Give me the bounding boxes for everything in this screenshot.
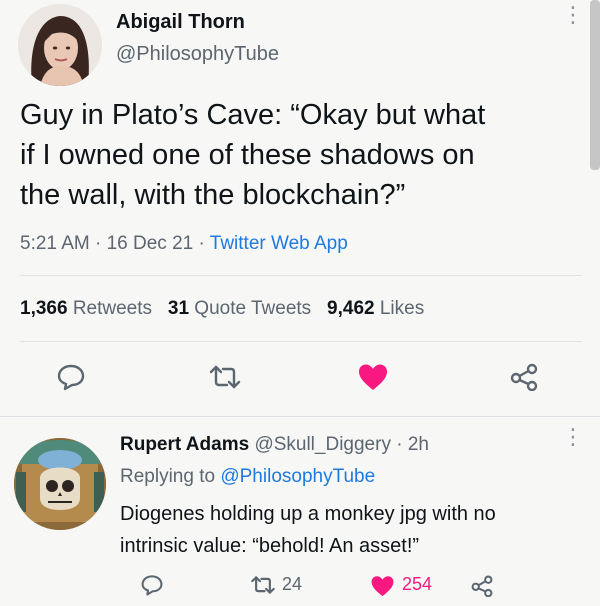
quote-tweets-stat[interactable]: 31 Quote Tweets xyxy=(168,298,311,319)
replying-to: Replying to @PhilosophyTube xyxy=(120,466,375,488)
reply-like-icon[interactable] xyxy=(370,575,395,597)
reply-text-line: intrinsic value: “behold! An asset!” xyxy=(120,535,420,557)
tweet-text: Guy in Plato’s Cave: “Okay but what if I… xyxy=(20,95,485,215)
tweet-stats: 1,366 Retweets 31 Quote Tweets 9,462 Lik… xyxy=(20,298,424,320)
tweet-time[interactable]: 5:21 AM xyxy=(20,233,90,254)
author-name[interactable]: Abigail Thorn xyxy=(116,11,245,34)
divider xyxy=(20,275,582,276)
replying-to-label: Replying to xyxy=(120,466,216,487)
reply-text-line: Diogenes holding up a monkey jpg with no xyxy=(120,503,496,525)
reply-author-handle[interactable]: @Skull_Diggery xyxy=(254,434,391,455)
reply-like-count: 254 xyxy=(402,574,433,594)
reply-icon[interactable] xyxy=(56,363,86,391)
replying-to-handle[interactable]: @PhilosophyTube xyxy=(220,466,375,487)
reply-retweet-count: 24 xyxy=(282,574,303,594)
scrollbar[interactable] xyxy=(590,0,600,170)
retweets-stat[interactable]: 1,366 Retweets xyxy=(20,298,152,319)
reply-avatar-image xyxy=(14,438,106,530)
reply-header: Rupert Adams @Skull_Diggery · 2h xyxy=(120,434,429,456)
tweet-text-line: if I owned one of these shadows on xyxy=(20,139,475,171)
likes-stat[interactable]: 9,462 Likes xyxy=(327,298,424,319)
tweet-date[interactable]: 16 Dec 21 xyxy=(107,233,194,254)
reply-author-name[interactable]: Rupert Adams xyxy=(120,434,249,455)
meta-separator: · xyxy=(198,233,205,254)
meta-separator: · xyxy=(95,233,102,254)
tweet-source[interactable]: Twitter Web App xyxy=(210,233,348,254)
like-icon[interactable] xyxy=(357,363,389,391)
reply-text: Diogenes holding up a monkey jpg with no… xyxy=(120,498,496,562)
divider xyxy=(0,416,600,417)
author-avatar-image xyxy=(18,4,102,86)
tweet-meta: 5:21 AM · 16 Dec 21 · Twitter Web App xyxy=(20,233,348,255)
author-handle[interactable]: @PhilosophyTube xyxy=(116,43,279,66)
tweet-text-line: the wall, with the blockchain?” xyxy=(20,179,406,211)
more-options-icon[interactable]: ⋮ xyxy=(562,4,584,26)
reply-age[interactable]: · 2h xyxy=(396,434,429,455)
tweet-text-line: Guy in Plato’s Cave: “Okay but what xyxy=(20,99,486,131)
reply-reply-icon[interactable] xyxy=(140,574,164,596)
reply-more-options-icon[interactable]: ⋮ xyxy=(562,426,584,448)
retweet-icon[interactable] xyxy=(208,364,242,390)
reply-share-icon[interactable] xyxy=(470,575,494,597)
share-icon[interactable] xyxy=(509,363,539,391)
reply-avatar[interactable] xyxy=(14,438,106,530)
divider xyxy=(20,341,582,342)
author-avatar[interactable] xyxy=(18,4,102,86)
reply-retweet-icon[interactable] xyxy=(250,575,276,595)
